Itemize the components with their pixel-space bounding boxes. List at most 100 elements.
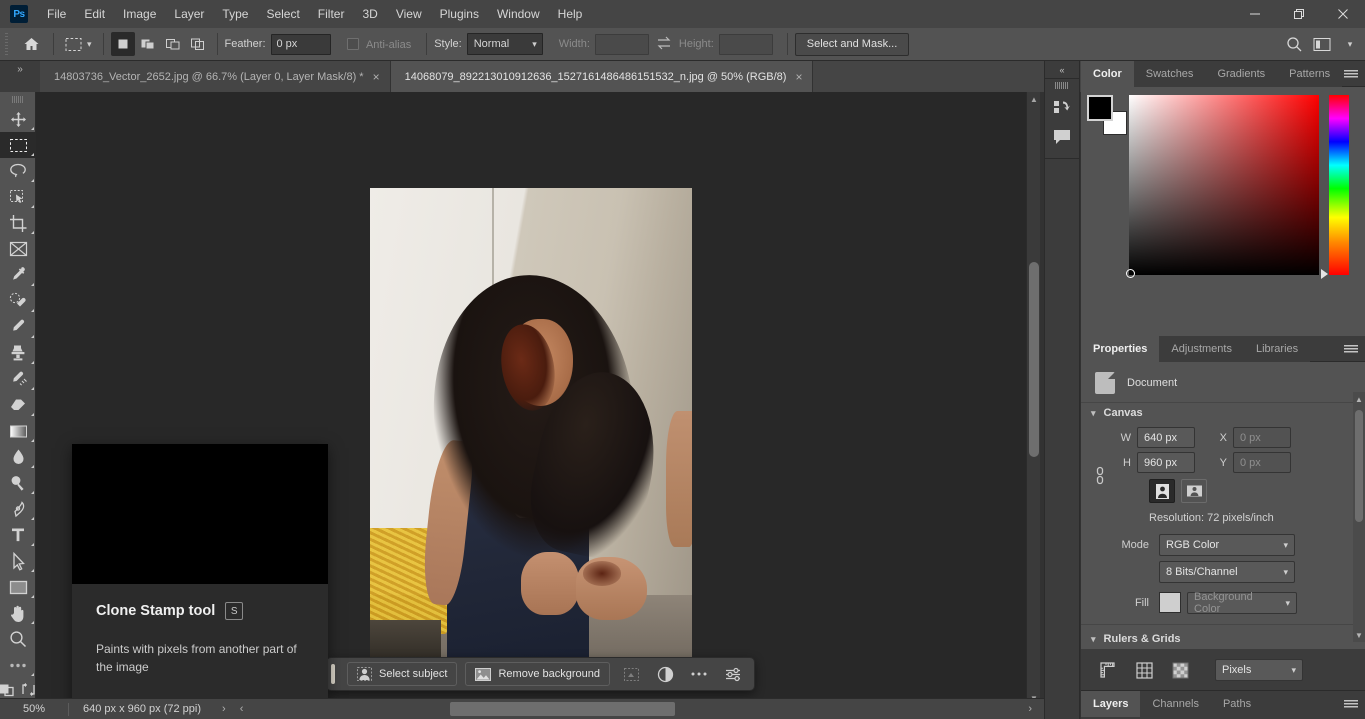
color-mode-select[interactable]: RGB Color ▾ xyxy=(1159,533,1295,556)
dodge-tool[interactable] xyxy=(0,470,36,496)
panel-menu-icon[interactable] xyxy=(1343,66,1359,82)
menu-file[interactable]: File xyxy=(38,1,75,27)
portrait-icon[interactable] xyxy=(1149,479,1175,503)
crop-tool[interactable] xyxy=(0,210,36,236)
status-scroll-track[interactable] xyxy=(250,699,1021,719)
hand-tool[interactable] xyxy=(0,600,36,626)
link-aspect-ratio-icon[interactable] xyxy=(1093,464,1107,488)
canvas-section-header[interactable]: ▾ Canvas xyxy=(1081,403,1365,425)
lasso-tool[interactable] xyxy=(0,158,36,184)
task-bar-drag-handle[interactable] xyxy=(331,664,335,684)
minimize-button[interactable] xyxy=(1233,0,1277,28)
workspace-icon[interactable] xyxy=(1309,31,1335,57)
path-selection-tool[interactable] xyxy=(0,548,36,574)
panel-menu-icon[interactable] xyxy=(1343,341,1359,357)
edit-toolbar-tool[interactable] xyxy=(0,652,36,678)
anti-alias-checkbox[interactable] xyxy=(346,37,359,50)
gradient-tool[interactable] xyxy=(0,418,36,444)
tab-properties[interactable]: Properties xyxy=(1081,336,1160,362)
zoom-level[interactable]: 50% xyxy=(0,703,68,715)
horizontal-type-tool[interactable] xyxy=(0,522,36,548)
mini-dock-grip[interactable] xyxy=(1045,79,1079,92)
menu-type[interactable]: Type xyxy=(213,1,257,27)
transform-selection-icon[interactable] xyxy=(618,662,644,686)
tools-panel-grip[interactable] xyxy=(0,92,35,106)
scroll-up-icon[interactable]: ▲ xyxy=(1027,92,1040,106)
height-input[interactable] xyxy=(718,33,773,55)
status-forward-arrow-icon[interactable]: › xyxy=(215,703,233,715)
tab-swatches[interactable]: Swatches xyxy=(1133,61,1206,87)
menu-plugins[interactable]: Plugins xyxy=(431,1,488,27)
rulers-section-header[interactable]: ▾ Rulers & Grids xyxy=(1081,625,1365,651)
history-brush-tool[interactable] xyxy=(0,366,36,392)
rectangular-marquee-tool[interactable] xyxy=(0,132,36,158)
eyedropper-tool[interactable] xyxy=(0,262,36,288)
rulers-icon[interactable] xyxy=(1097,660,1119,680)
pen-tool[interactable] xyxy=(0,496,36,522)
tab-channels[interactable]: Channels xyxy=(1140,691,1211,717)
object-selection-tool[interactable] xyxy=(0,184,36,210)
color-picker-handle[interactable] xyxy=(1126,269,1135,278)
remove-background-button[interactable]: Remove background xyxy=(465,662,610,686)
status-scroll-thumb[interactable] xyxy=(450,701,676,716)
close-button[interactable] xyxy=(1321,0,1365,28)
tab-adjustments[interactable]: Adjustments xyxy=(1159,336,1244,362)
blur-tool[interactable] xyxy=(0,444,36,470)
zoom-tool[interactable] xyxy=(0,626,36,652)
status-back-arrow-icon[interactable]: ‹ xyxy=(233,703,251,715)
expand-arrows-icon[interactable]: » xyxy=(0,61,40,92)
brush-tool[interactable] xyxy=(0,314,36,340)
menu-image[interactable]: Image xyxy=(114,1,165,27)
close-icon[interactable]: × xyxy=(373,71,380,83)
units-select[interactable]: Pixels ▾ xyxy=(1215,659,1303,681)
fill-color-swatch[interactable] xyxy=(1159,592,1181,613)
intersect-with-selection-button[interactable] xyxy=(186,32,210,56)
scroll-up-icon[interactable]: ▲ xyxy=(1353,392,1365,406)
tool-preset-picker[interactable]: ▾ xyxy=(61,37,96,52)
menu-select[interactable]: Select xyxy=(257,1,308,27)
hue-slider-handle[interactable] xyxy=(1321,269,1328,279)
add-to-selection-button[interactable] xyxy=(136,32,160,56)
menu-3d[interactable]: 3D xyxy=(353,1,386,27)
menu-help[interactable]: Help xyxy=(549,1,592,27)
panel-menu-icon[interactable] xyxy=(1343,696,1359,712)
canvas-vertical-scrollbar[interactable]: ▲ ▼ xyxy=(1026,92,1040,705)
fill-select[interactable]: Background Color ▾ xyxy=(1187,591,1297,615)
properties-scrollbar[interactable]: ▲ ▼ xyxy=(1353,392,1365,642)
menu-filter[interactable]: Filter xyxy=(309,1,354,27)
tab-layers[interactable]: Layers xyxy=(1081,691,1141,717)
grid-icon[interactable] xyxy=(1133,660,1155,680)
canvas-area[interactable]: Select subject Remove background Clone S… xyxy=(36,92,1040,719)
scroll-down-icon[interactable]: ▼ xyxy=(1353,628,1365,642)
clone-stamp-tool[interactable] xyxy=(0,340,36,366)
hue-slider[interactable] xyxy=(1321,95,1349,279)
tab-patterns[interactable]: Patterns xyxy=(1277,61,1343,87)
canvas-vscroll-thumb[interactable] xyxy=(1029,262,1039,457)
options-bar-grip[interactable] xyxy=(2,33,12,55)
canvas-y-input[interactable] xyxy=(1233,452,1291,473)
canvas-height-input[interactable] xyxy=(1137,452,1195,473)
menu-layer[interactable]: Layer xyxy=(165,1,213,27)
move-tool[interactable] xyxy=(0,106,36,132)
search-icon[interactable] xyxy=(1281,31,1307,57)
eraser-tool[interactable] xyxy=(0,392,36,418)
quick-mask-icon[interactable] xyxy=(0,682,16,697)
style-select[interactable]: Normal ▾ xyxy=(466,33,543,55)
comments-icon[interactable] xyxy=(1045,122,1079,152)
tab-color[interactable]: Color xyxy=(1081,61,1134,87)
frame-tool[interactable] xyxy=(0,236,36,262)
select-subject-button[interactable]: Select subject xyxy=(347,662,458,686)
menu-view[interactable]: View xyxy=(387,1,431,27)
chevron-down-icon[interactable]: ▾ xyxy=(1337,31,1363,57)
properties-scroll-thumb[interactable] xyxy=(1355,410,1363,522)
new-selection-button[interactable] xyxy=(110,32,135,56)
subtract-from-selection-button[interactable] xyxy=(161,32,185,56)
canvas-width-input[interactable] xyxy=(1137,427,1195,448)
landscape-icon[interactable] xyxy=(1181,479,1207,503)
tab-libraries[interactable]: Libraries xyxy=(1243,336,1311,362)
rectangle-tool[interactable] xyxy=(0,574,36,600)
width-input[interactable] xyxy=(594,33,649,55)
restore-button[interactable] xyxy=(1277,0,1321,28)
tab-gradients[interactable]: Gradients xyxy=(1205,61,1278,87)
double-chevron-right-icon[interactable]: « xyxy=(1045,61,1079,78)
